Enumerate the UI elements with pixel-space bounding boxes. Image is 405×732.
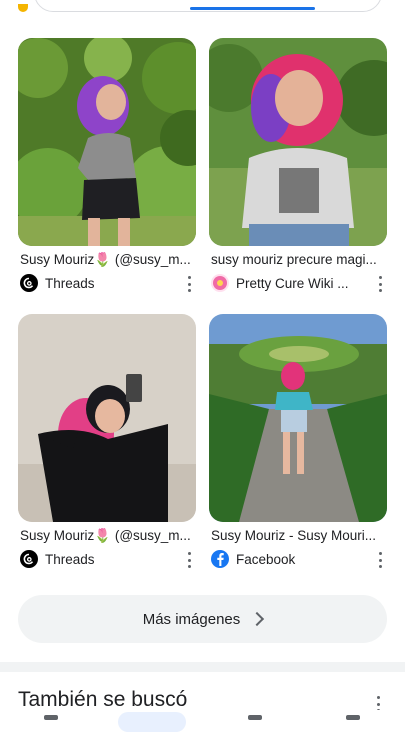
nav-item-active[interactable] [118, 712, 186, 732]
result-title[interactable]: Susy Mouriz - Susy Mouri... [211, 528, 387, 543]
result-thumbnail[interactable] [209, 38, 387, 246]
result-source-label: Threads [45, 275, 95, 291]
result-title[interactable]: susy mouriz precure magi... [211, 252, 387, 267]
result-title[interactable]: Susy Mouriz🌷 (@susy_m... [20, 528, 196, 544]
more-options-icon[interactable] [186, 552, 192, 568]
search-bar-area [0, 0, 405, 26]
result-thumbnail[interactable] [209, 314, 387, 522]
nav-item[interactable] [44, 715, 58, 720]
result-source[interactable]: Threads [20, 550, 95, 568]
threads-icon [20, 550, 38, 568]
chevron-right-icon [250, 611, 265, 627]
loading-progress-bar [190, 7, 315, 10]
result-source-label: Facebook [236, 551, 296, 567]
more-images-label: Más imágenes [142, 610, 241, 628]
bottom-navigation [0, 710, 405, 732]
section-divider [0, 662, 405, 672]
threads-icon [20, 274, 38, 292]
more-images-button[interactable]: Más imágenes [18, 595, 387, 643]
result-source[interactable]: Threads [20, 274, 95, 292]
search-box[interactable] [34, 0, 382, 12]
facebook-icon [211, 550, 229, 568]
nav-item[interactable] [346, 715, 360, 720]
tab-favicon [18, 4, 28, 12]
result-source-label: Threads [45, 551, 95, 567]
result-source-label: Pretty Cure Wiki ... [236, 275, 349, 291]
more-options-icon[interactable] [377, 552, 383, 568]
pretty-cure-wiki-icon [211, 274, 229, 292]
result-thumbnail[interactable] [18, 314, 196, 522]
result-source[interactable]: Pretty Cure Wiki ... [211, 274, 349, 292]
result-source[interactable]: Facebook [211, 550, 295, 568]
nav-item[interactable] [248, 715, 262, 720]
more-options-icon[interactable] [186, 276, 192, 292]
result-title[interactable]: Susy Mouriz🌷 (@susy_m... [20, 252, 196, 268]
more-options-icon[interactable] [377, 276, 383, 292]
related-searches-title: También se buscó [18, 688, 188, 711]
result-thumbnail[interactable] [18, 38, 196, 246]
